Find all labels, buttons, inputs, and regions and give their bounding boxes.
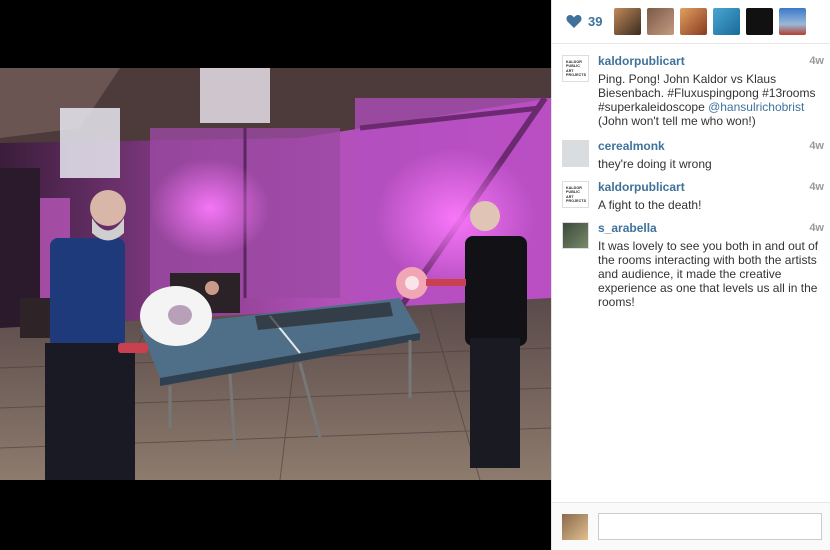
photo-viewer: [0, 0, 551, 550]
comment-text: A fight to the death!: [598, 198, 702, 212]
avatar[interactable]: [562, 222, 589, 249]
comment-text: they're doing it wrong: [598, 157, 712, 171]
liker-avatar[interactable]: [647, 8, 675, 35]
liker-avatar[interactable]: [779, 8, 807, 35]
post-photo[interactable]: [0, 68, 551, 480]
heart-icon[interactable]: [566, 14, 582, 29]
mention-link[interactable]: @hansulrichobrist: [708, 100, 804, 114]
comment-username[interactable]: kaldorpublicart: [598, 180, 822, 195]
comment-text: It was lovely to see you both in and out…: [598, 239, 819, 309]
liker-avatar[interactable]: [746, 8, 774, 35]
liker-avatar[interactable]: [680, 8, 708, 35]
avatar[interactable]: KALDOR PUBLIC ART PROJECTS: [562, 181, 589, 208]
comment-list: KALDOR PUBLIC ART PROJECTS kaldorpublica…: [552, 44, 830, 309]
comment-text: Ping. Pong! John Kaldor vs Klaus Biesenb…: [598, 72, 816, 128]
liker-avatars: [614, 8, 807, 35]
likes-bar: 39: [552, 0, 830, 44]
avatar[interactable]: KALDOR PUBLIC ART PROJECTS: [562, 55, 589, 82]
comment-time: 4w: [809, 222, 824, 234]
comment: cerealmonk 4w they're doing it wrong: [552, 137, 830, 173]
comment-input[interactable]: [598, 513, 822, 540]
comment-compose: [552, 502, 830, 550]
post-side-panel: 39 KALDOR PUBLIC ART PROJECTS kaldorpubl…: [551, 0, 830, 550]
liker-avatar[interactable]: [614, 8, 642, 35]
comment-username[interactable]: s_arabella: [598, 221, 822, 236]
comment-time: 4w: [809, 140, 824, 152]
liker-avatar[interactable]: [713, 8, 741, 35]
like-count[interactable]: 39: [588, 14, 602, 29]
comment-time: 4w: [809, 181, 824, 193]
current-user-avatar: [562, 513, 588, 540]
comment: s_arabella 4w It was lovely to see you b…: [552, 219, 830, 309]
comment: KALDOR PUBLIC ART PROJECTS kaldorpublica…: [552, 178, 830, 214]
ping-pong-photo: [0, 68, 551, 480]
caption-comment: KALDOR PUBLIC ART PROJECTS kaldorpublica…: [552, 52, 830, 132]
avatar[interactable]: [562, 140, 589, 167]
comment-username[interactable]: cerealmonk: [598, 139, 822, 154]
comment-time: 4w: [809, 55, 824, 67]
comment-username[interactable]: kaldorpublicart: [598, 54, 822, 69]
